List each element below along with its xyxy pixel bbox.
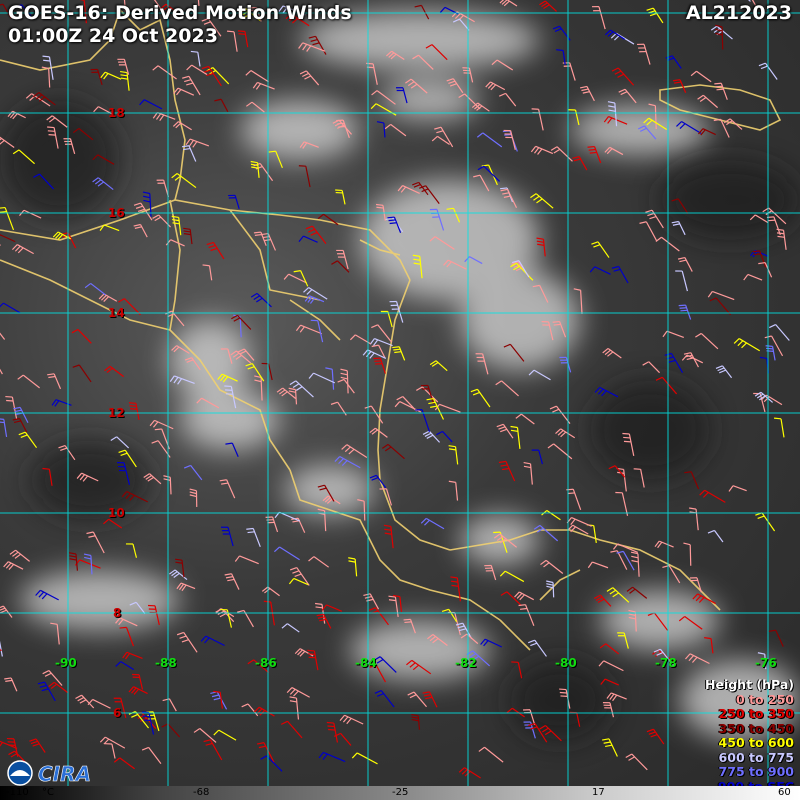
map-title: GOES-16: Derived Motion Winds <box>8 2 352 24</box>
satellite-map: GOES-16: Derived Motion Winds 01:00Z 24 … <box>0 0 800 800</box>
height-legend: Height (hPa) 0 to 250 250 to 350 350 to … <box>705 677 794 794</box>
legend-item-250-350: 250 to 350 <box>718 706 794 721</box>
colorbar-label-3: -25 <box>392 787 409 798</box>
svg-text:CIRA: CIRA <box>38 762 91 786</box>
lat-label-16: 16 <box>108 206 125 220</box>
lat-label-10: 10 <box>108 506 125 520</box>
colorbar-label-unit: °C <box>42 787 54 798</box>
lat-label-12: 12 <box>108 406 125 420</box>
noaa-logo-icon <box>7 760 33 786</box>
legend-item-0-250: 0 to 250 <box>735 691 794 707</box>
lon-label-76: -76 <box>755 656 777 670</box>
lon-label-90: -90 <box>55 656 77 670</box>
lon-label-82: -82 <box>455 656 477 670</box>
legend-item-450-600: 450 to 600 <box>718 735 794 750</box>
legend-title: Height (hPa) <box>705 677 794 692</box>
cira-logo-icon: CIRA <box>38 762 92 786</box>
colorbar-label-4: 17 <box>592 787 605 798</box>
agency-logos: CIRA <box>7 760 92 786</box>
storm-id: AL212023 <box>685 2 792 24</box>
lat-label-18: 18 <box>108 106 125 120</box>
lat-label-8: 8 <box>113 606 122 620</box>
map-timestamp: 01:00Z 24 Oct 2023 <box>8 25 218 47</box>
lat-label-6: 6 <box>113 706 122 720</box>
colorbar-label-min: -110 <box>6 787 29 798</box>
colorbar-label-max: 60 <box>778 787 791 798</box>
lon-label-86: -86 <box>255 656 277 670</box>
legend-item-350-450: 350 to 450 <box>718 720 794 736</box>
lon-label-78: -78 <box>655 656 677 670</box>
colorbar-label-2: -68 <box>193 787 210 798</box>
lon-label-80: -80 <box>555 656 577 670</box>
lon-label-88: -88 <box>155 656 177 670</box>
legend-item-600-775: 600 to 775 <box>718 749 794 765</box>
legend-item-775-900: 775 to 900 <box>718 764 794 779</box>
lat-label-14: 14 <box>108 306 125 320</box>
lon-label-84: -84 <box>355 656 377 670</box>
